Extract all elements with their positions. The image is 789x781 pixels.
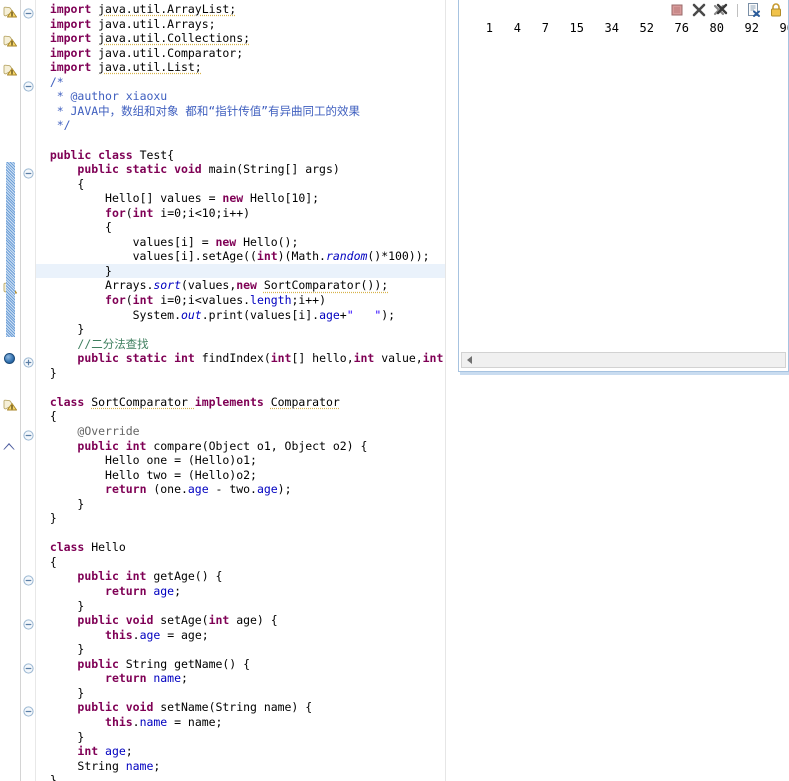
code-line[interactable]: { (36, 220, 445, 235)
code-line[interactable]: public void setName(String name) { (36, 700, 445, 715)
code-line[interactable]: public String getName() { (36, 657, 445, 672)
code-line[interactable]: values[i] = new Hello(); (36, 235, 445, 250)
code-line[interactable]: public int getAge() { (36, 569, 445, 584)
code-line[interactable]: String name; (36, 759, 445, 774)
code-line[interactable]: public int compare(Object o1, Object o2)… (36, 439, 445, 454)
console-value: 4 (513, 21, 521, 35)
code-line[interactable]: } (36, 511, 445, 526)
fold-expand-icon[interactable] (23, 353, 34, 368)
fold-collapse-icon[interactable] (23, 4, 34, 19)
code-line[interactable]: this.age = age; (36, 628, 445, 643)
change-bar (6, 162, 15, 337)
code-line[interactable]: } (36, 263, 445, 279)
editor-code-area[interactable]: import java.util.ArrayList; import java.… (36, 0, 445, 781)
console-output[interactable]: 1 4 7 15 34 52 76 80 92 96 (459, 20, 788, 349)
fold-collapse-icon[interactable] (23, 164, 34, 179)
code-line[interactable]: import java.util.Comparator; (36, 46, 445, 61)
console-value: 76 (674, 21, 689, 35)
code-editor[interactable]: import java.util.ArrayList; import java.… (0, 0, 460, 781)
code-line[interactable]: public static int findIndex(int[] hello,… (36, 351, 445, 366)
remove-all-launches-icon[interactable] (713, 2, 729, 18)
code-line[interactable]: this.name = name; (36, 715, 445, 730)
code-line[interactable]: } (36, 322, 445, 337)
code-line[interactable]: return age; (36, 584, 445, 599)
breakpoint-marker-icon[interactable] (4, 353, 15, 365)
code-line[interactable]: * JAVA中，数组和对象 都和“指针传值”有异曲同工的效果 (36, 104, 445, 119)
implements-marker-icon[interactable] (3, 442, 15, 450)
console-value: 80 (709, 21, 724, 35)
fold-collapse-icon[interactable] (23, 77, 34, 92)
code-line[interactable]: Hello one = (Hello)o1; (36, 453, 445, 468)
console-value: 34 (604, 21, 619, 35)
fold-collapse-icon[interactable] (23, 571, 34, 587)
toolbar-separator (737, 3, 738, 17)
code-line[interactable]: System.out.print(values[i].age+" "); (36, 308, 445, 323)
code-line[interactable]: //二分法查找 (36, 337, 445, 352)
console-toolbar[interactable] (669, 1, 786, 19)
fold-collapse-icon[interactable] (23, 702, 34, 717)
console-value: 96 (779, 21, 788, 35)
code-line[interactable]: int age; (36, 744, 445, 759)
code-line[interactable]: class SortComparator implements Comparat… (36, 395, 445, 410)
fold-collapse-icon[interactable] (23, 426, 34, 441)
console-output-line: 1 4 7 15 34 52 76 80 92 96 (459, 20, 788, 36)
console-value: 92 (744, 21, 759, 35)
console-panel[interactable]: 1 4 7 15 34 52 76 80 92 96 (458, 0, 789, 372)
code-line[interactable]: return name; (36, 671, 445, 686)
warning-marker-icon[interactable] (3, 61, 18, 76)
code-line[interactable]: * @author xiaoxu (36, 89, 445, 104)
code-line[interactable]: /* (36, 75, 445, 90)
scroll-left-arrow-icon[interactable] (462, 353, 477, 367)
code-line[interactable]: */ (36, 118, 445, 133)
code-line[interactable]: } (36, 599, 445, 614)
code-line[interactable]: for(int i=0;i<10;i++) (36, 206, 445, 221)
code-line[interactable]: public static void main(String[] args) (36, 162, 445, 177)
code-line[interactable] (36, 380, 445, 395)
code-line[interactable]: } (36, 730, 445, 745)
code-line[interactable]: public void setAge(int age) { (36, 613, 445, 628)
code-line[interactable]: import java.util.ArrayList; (36, 2, 445, 17)
console-value: 7 (541, 21, 549, 35)
code-line[interactable]: return (one.age - two.age); (36, 482, 445, 497)
terminate-icon[interactable] (669, 2, 685, 18)
code-line[interactable] (36, 133, 445, 148)
console-value: 1 (485, 21, 493, 35)
code-line[interactable]: @Override (36, 424, 445, 439)
scroll-lock-icon[interactable] (768, 2, 784, 18)
code-line[interactable]: import java.util.Collections; (36, 31, 445, 46)
code-line[interactable]: } (36, 686, 445, 701)
code-line[interactable]: for(int i=0;i<values.length;i++) (36, 293, 445, 308)
editor-folding-ruler[interactable] (21, 0, 36, 781)
code-line[interactable]: } (36, 642, 445, 657)
console-horizontal-scrollbar[interactable] (461, 352, 786, 368)
code-line[interactable]: Arrays.sort(values,new SortComparator())… (36, 278, 445, 293)
editor-annotation-ruler[interactable] (0, 0, 21, 781)
warning-marker-icon[interactable] (3, 3, 18, 18)
code-line[interactable]: { (36, 409, 445, 424)
fold-collapse-icon[interactable] (23, 615, 34, 630)
warning-marker-icon[interactable] (3, 32, 18, 47)
code-line[interactable]: } (36, 497, 445, 512)
code-line[interactable]: } (36, 773, 445, 781)
code-line[interactable]: public class Test{ (36, 148, 445, 163)
remove-launch-icon[interactable] (691, 2, 707, 18)
code-line[interactable]: Hello[] values = new Hello[10]; (36, 191, 445, 206)
console-value: 15 (569, 21, 584, 35)
code-line[interactable]: values[i].setAge((int)(Math.random()*100… (36, 249, 445, 264)
code-line[interactable]: Hello two = (Hello)o2; (36, 468, 445, 483)
code-line[interactable]: { (36, 177, 445, 192)
console-value: 52 (639, 21, 654, 35)
code-line[interactable]: import java.util.List; (36, 60, 445, 75)
fold-collapse-icon[interactable] (23, 659, 34, 674)
code-line[interactable]: class Hello (36, 540, 445, 555)
warning-marker-icon[interactable] (3, 396, 18, 411)
code-line[interactable]: import java.util.Arrays; (36, 17, 445, 32)
code-line[interactable] (36, 526, 445, 541)
code-line[interactable]: } (36, 366, 445, 381)
code-line[interactable]: { (36, 555, 445, 570)
clear-console-icon[interactable] (746, 2, 762, 18)
